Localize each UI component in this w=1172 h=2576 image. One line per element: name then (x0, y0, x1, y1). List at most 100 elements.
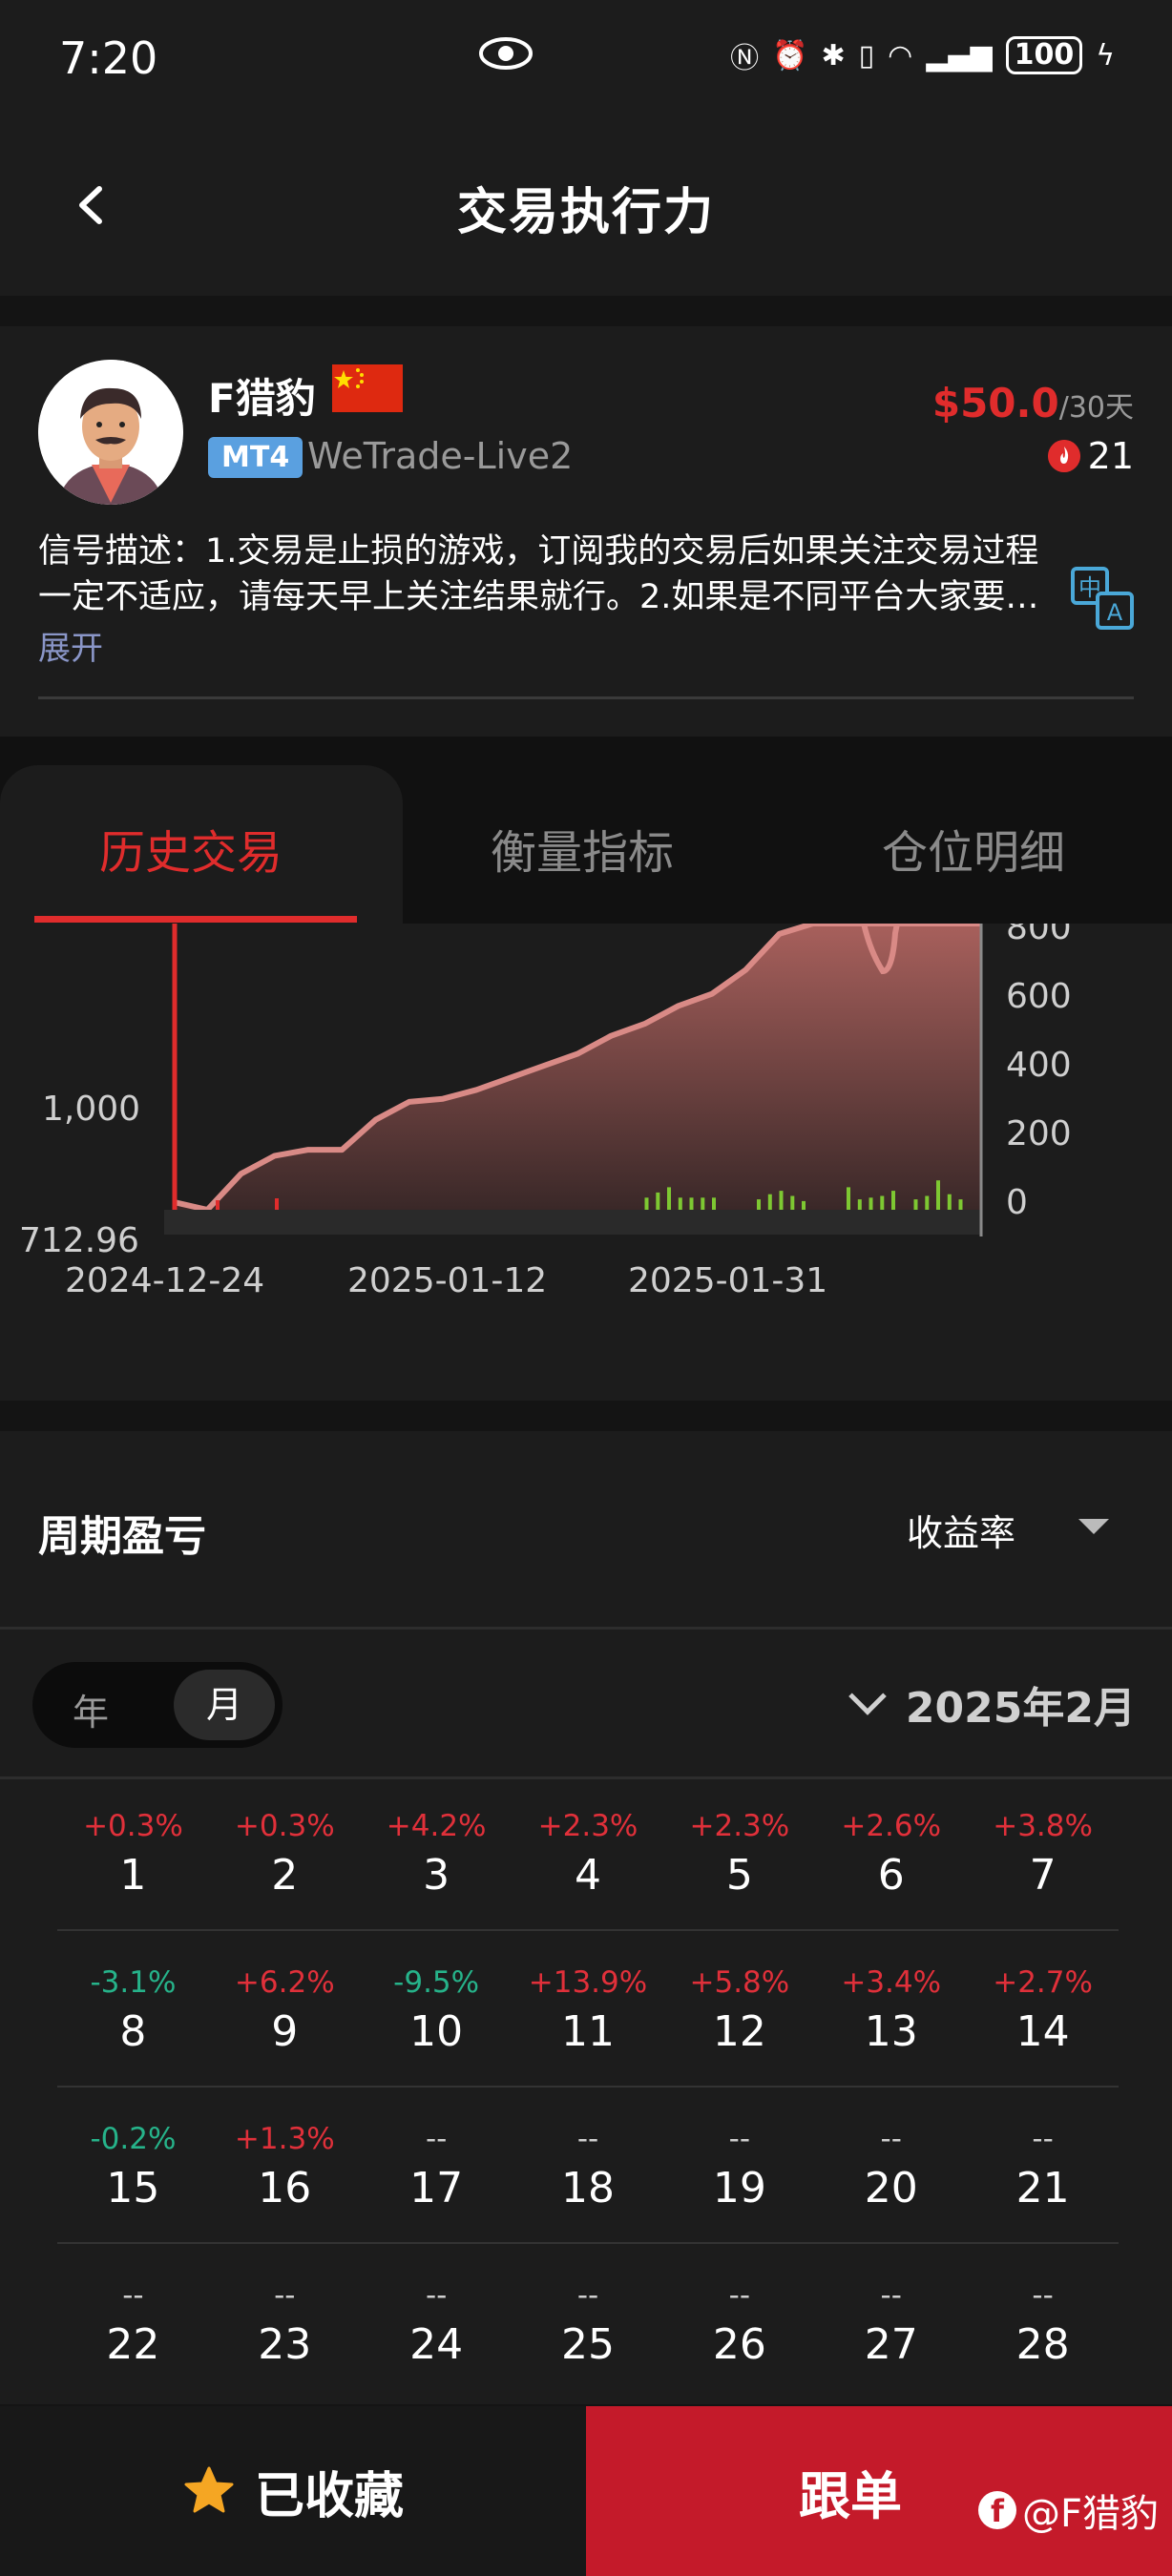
toggle-year[interactable]: 年 (73, 1683, 109, 1735)
day-number: 12 (712, 2007, 766, 2056)
translate-icon[interactable]: 中 A (1069, 565, 1136, 632)
calendar-day-cell[interactable]: +4.2% 3 (361, 1775, 513, 1929)
day-return: -- (728, 2278, 751, 2313)
caret-down-icon[interactable] (1078, 1519, 1109, 1534)
volume-bar (712, 1197, 716, 1210)
volume-bar (656, 1192, 660, 1210)
calendar-day-cell[interactable]: -- 20 (815, 2088, 967, 2242)
day-number: 4 (575, 1851, 601, 1900)
volume-bar (925, 1195, 930, 1210)
volume-bar (701, 1197, 705, 1210)
volume-bar (857, 1199, 862, 1210)
calendar-day-cell[interactable]: -- 25 (513, 2244, 664, 2400)
equity-chart[interactable]: 800 600 400 200 0 1,000 712.962024-12-24 2025-0… (0, 924, 1172, 1401)
day-number: 26 (712, 2320, 766, 2369)
day-number: 19 (712, 2164, 766, 2212)
calendar-day-cell[interactable]: -- 27 (815, 2244, 967, 2400)
day-return: -- (425, 2278, 448, 2313)
alarm-icon: ⏰ (772, 38, 808, 73)
day-number: 16 (258, 2164, 312, 2212)
volume-bar (678, 1197, 682, 1210)
favorite-button[interactable]: 已收藏 (0, 2406, 586, 2576)
calendar-day-cell[interactable]: +3.8% 7 (967, 1775, 1119, 1929)
day-return: -- (1032, 2278, 1054, 2313)
year-month-toggle[interactable]: 年 月 (32, 1662, 283, 1748)
calendar-day-cell[interactable]: +5.8% 12 (663, 1931, 815, 2086)
day-number: 21 (1015, 2164, 1070, 2212)
day-number: 5 (725, 1851, 753, 1900)
signal-icon: ▂▄▆ (926, 38, 993, 73)
avatar[interactable] (38, 360, 183, 505)
calendar-day-cell[interactable]: -- 22 (57, 2244, 209, 2400)
day-number: 17 (409, 2164, 464, 2212)
day-number: 8 (119, 2007, 147, 2056)
history-section: 历史交易 衡量指标 仓位明细 800 600 400 200 0 1,000 712.96 2… (0, 737, 1172, 1401)
battery-level: 100 (1005, 36, 1083, 74)
calendar-day-cell[interactable]: -9.5% 10 (361, 1931, 513, 2086)
day-number: 20 (864, 2164, 918, 2212)
day-return: -- (880, 2122, 902, 2156)
calendar-day-cell[interactable]: +2.6% 6 (815, 1775, 967, 1929)
volume-bar (779, 1191, 784, 1210)
day-return: +2.7% (993, 1965, 1093, 2000)
left-axis-tick-label: 1,000 (42, 1090, 140, 1129)
volume-bar (802, 1200, 806, 1210)
volume-bar (767, 1194, 772, 1210)
star-icon (184, 2466, 234, 2513)
calendar-day-cell[interactable]: -- 21 (967, 2088, 1119, 2242)
plot-baseline-strip (164, 1210, 981, 1235)
day-return: +3.8% (993, 1809, 1093, 1843)
day-return: -0.2% (90, 2122, 177, 2156)
day-number: 9 (271, 2007, 299, 2056)
calendar-day-cell[interactable]: +2.3% 4 (513, 1775, 664, 1929)
tab-metrics[interactable]: 衡量指标 (491, 815, 674, 882)
volume-bar (891, 1191, 895, 1210)
calendar-day-cell[interactable]: +13.9% 11 (513, 1931, 664, 2086)
calendar-day-cell[interactable]: -0.2% 15 (57, 2088, 209, 2242)
tab-positions[interactable]: 仓位明细 (882, 815, 1065, 882)
calendar-day-cell[interactable]: +2.7% 14 (967, 1931, 1119, 2086)
calendar-day-cell[interactable]: -- 19 (663, 2088, 815, 2242)
expand-link[interactable]: 展开 (38, 622, 103, 669)
wifi-icon: ◠ (888, 38, 913, 73)
month-picker[interactable]: 2025年2月 (848, 1673, 1136, 1735)
calendar-day-cell[interactable]: +1.3% 16 (209, 2088, 361, 2242)
calendar-day-cell[interactable]: -3.1% 8 (57, 1931, 209, 2086)
day-number: 6 (877, 1851, 905, 1900)
calendar-day-cell[interactable]: -- 24 (361, 2244, 513, 2400)
x-axis-tick-label: 2024-12-24 (65, 1261, 264, 1300)
tab-history-trades[interactable]: 历史交易 (99, 815, 283, 882)
trader-name: F猎豹 (208, 375, 316, 422)
calendar-day-cell[interactable]: +6.2% 9 (209, 1931, 361, 2086)
signal-description: 信号描述：1.交易是止损的游戏，订阅我的交易后如果关注交易过程 一定不适应，请每… (38, 529, 1059, 620)
calendar-day-cell[interactable]: +3.4% 13 (815, 1931, 967, 2086)
day-return: +2.3% (689, 1809, 790, 1843)
fire-icon (1047, 440, 1080, 472)
status-icons: Ⓝ ⏰ ✱ ▯ ◠ ▂▄▆ 100 ϟ (730, 34, 1115, 76)
day-number: 15 (106, 2164, 160, 2212)
toggle-month[interactable]: 月 (174, 1670, 275, 1740)
calendar-day-cell[interactable]: -- 28 (967, 2244, 1119, 2400)
calendar-day-cell[interactable]: -- 18 (513, 2088, 664, 2242)
subscriber-count-value: 21 (1087, 435, 1134, 477)
calendar-day-cell[interactable]: +2.3% 5 (663, 1775, 815, 1929)
calendar-day-cell[interactable]: +0.3% 1 (57, 1775, 209, 1929)
metric-dropdown[interactable]: 收益率 (907, 1504, 1015, 1556)
calendar-day-cell[interactable]: -- 17 (361, 2088, 513, 2242)
right-axis-tick-label: 400 (1006, 1046, 1072, 1085)
favorite-label: 已收藏 (254, 2467, 404, 2525)
status-time: 7:20 (59, 32, 158, 84)
day-number: 13 (864, 2007, 918, 2056)
day-return: +1.3% (234, 2122, 335, 2156)
chevron-down-icon (848, 1677, 887, 1715)
volume-bar (936, 1180, 940, 1210)
calendar-day-cell[interactable]: -- 26 (663, 2244, 815, 2400)
day-return: -- (1032, 2122, 1054, 2156)
calendar-day-cell[interactable]: -- 23 (209, 2244, 361, 2400)
volume-bar (644, 1197, 649, 1210)
bottom-action-bar: 已收藏 跟单 f @F猎豹 (0, 2406, 1172, 2576)
volume-bar (847, 1187, 850, 1210)
vibrate-icon: ▯ (858, 38, 875, 73)
price-value: $50.0 (931, 380, 1059, 426)
calendar-day-cell[interactable]: +0.3% 2 (209, 1775, 361, 1929)
